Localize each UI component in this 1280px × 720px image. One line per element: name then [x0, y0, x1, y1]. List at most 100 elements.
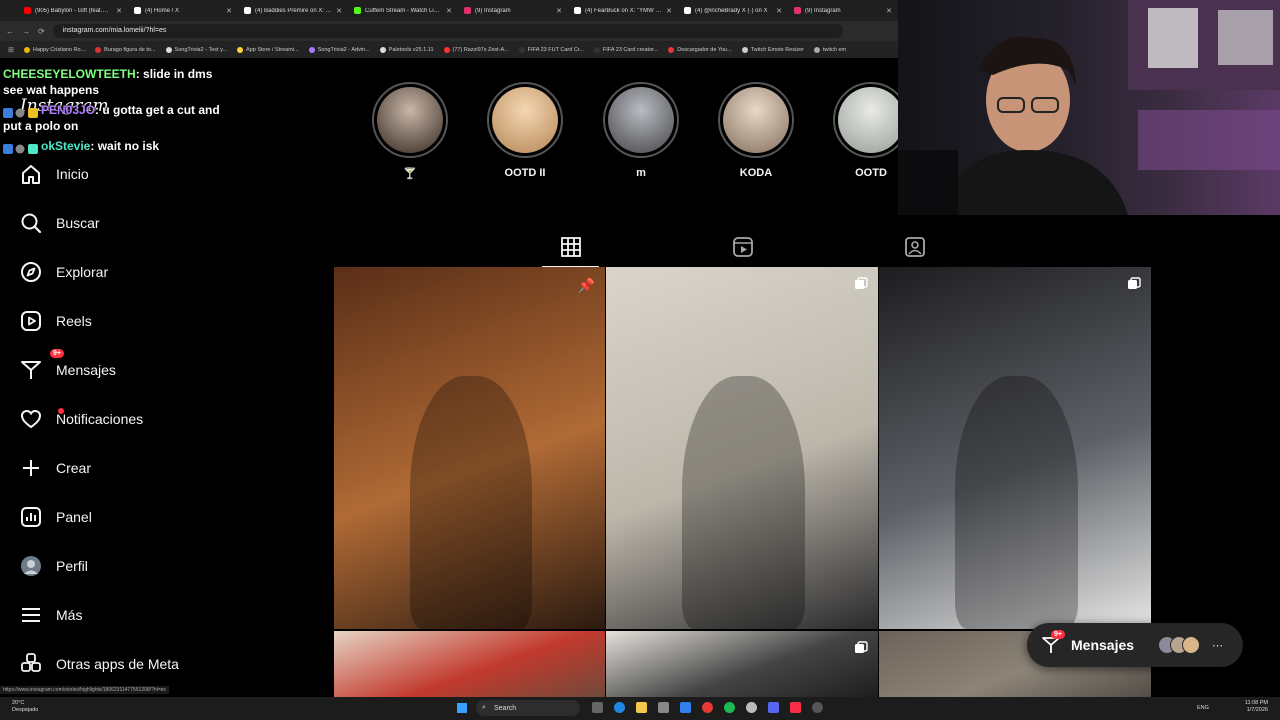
sidebar-item-m-s[interactable]: Más	[20, 602, 82, 628]
bookmark-item[interactable]: FIFA 23 FUT Card Cr...	[518, 46, 584, 53]
weather-temp: 20°C	[12, 700, 25, 706]
post-thumbnail[interactable]: 📌	[334, 267, 605, 629]
chrome-icon[interactable]	[702, 702, 713, 713]
mail-icon[interactable]	[680, 702, 691, 713]
story-ring	[603, 82, 679, 158]
story-highlight[interactable]: OOTD II	[485, 82, 565, 179]
sidebar-item-inicio[interactable]: Inicio	[20, 161, 89, 187]
browser-tab[interactable]: (4) Baddies Premire on X: "Ep ✕	[238, 0, 348, 21]
bookmark-item[interactable]: Paletools v25.1.11	[379, 46, 434, 53]
bookmark-item[interactable]: App Store / Streami...	[237, 46, 299, 53]
close-tab-icon[interactable]: ✕	[666, 7, 672, 15]
bookmark-item[interactable]: FIFA 23 Card creator...	[593, 46, 658, 53]
bookmark-item[interactable]: Happy Cristiano Ro...	[23, 46, 86, 53]
bookmark-item[interactable]: SongTrivia2 - Test y...	[165, 46, 227, 53]
task-view-icon[interactable]	[592, 702, 603, 713]
post-subject	[409, 375, 532, 629]
sidebar-item-mensajes[interactable]: Mensajes 9+	[20, 349, 116, 383]
store-icon[interactable]	[658, 702, 669, 713]
discord-icon[interactable]	[768, 702, 779, 713]
close-tab-icon[interactable]: ✕	[446, 7, 452, 15]
browser-tab[interactable]: (4) @incheBrady X (·) on X ✕	[678, 0, 788, 21]
status-url: https://www.instagram.com/stories/highli…	[0, 686, 169, 694]
chat-username: PEN03JO	[41, 103, 96, 117]
bookmark-item[interactable]: Descargador de You...	[668, 46, 732, 53]
chat-message: CHEESEYELOWTEETH: slide in dms see wat h…	[3, 66, 233, 98]
close-tab-icon[interactable]: ✕	[226, 7, 232, 15]
close-tab-icon[interactable]: ✕	[886, 7, 892, 15]
sidebar-item-reels[interactable]: Reels	[20, 308, 92, 334]
sidebar-item-explorar[interactable]: Explorar	[20, 259, 108, 285]
spotify-icon[interactable]	[724, 702, 735, 713]
search-icon: ⌕	[482, 704, 486, 711]
sidebar-item-crear[interactable]: Crear	[20, 455, 91, 481]
bookmark-label: FIFA 23 FUT Card Cr...	[527, 46, 584, 53]
messenger-icon	[20, 359, 42, 381]
story-highlight[interactable]: KODA	[716, 82, 796, 179]
windows-start-icon[interactable]	[457, 703, 467, 713]
tagged-icon[interactable]	[904, 236, 926, 258]
post-thumbnail[interactable]	[334, 631, 605, 701]
bookmark-item[interactable]: Twitch Emote Resizer	[741, 46, 804, 53]
bookmark-favicon-icon	[443, 46, 450, 53]
sidebar-item-notificaciones[interactable]: Notificaciones	[20, 406, 143, 432]
menu-icon	[20, 604, 42, 626]
close-tab-icon[interactable]: ✕	[556, 7, 562, 15]
more-icon: ⋯	[1212, 639, 1224, 652]
bookmark-item[interactable]: (77) Razzi97s Zest-A...	[443, 46, 509, 53]
sidebar-item-perfil[interactable]: Perfil	[20, 553, 88, 579]
browser-tab[interactable]: (9) Instagram ✕	[788, 0, 898, 21]
heart-icon	[20, 408, 42, 430]
sidebar-item-otras-apps-de-meta[interactable]: Otras apps de Meta	[20, 651, 179, 677]
grid-icon[interactable]	[560, 236, 582, 258]
bookmark-item[interactable]: SongTrivia2 - Advin...	[308, 46, 370, 53]
post-thumbnail[interactable]	[606, 267, 878, 629]
clock[interactable]: 11:08 PM 1/7/2026	[1245, 700, 1268, 714]
edge-icon[interactable]	[614, 702, 625, 713]
reels-tab-icon[interactable]	[732, 236, 754, 258]
weather-widget[interactable]: 20°C Despejado	[12, 700, 38, 714]
bookmark-label: Happy Cristiano Ro...	[32, 46, 86, 53]
story-highlight[interactable]: 🍸	[370, 82, 450, 180]
tab-favicon-icon	[794, 7, 801, 14]
sidebar-item-label: Reels	[56, 313, 92, 329]
webcam-overlay	[898, 0, 1280, 215]
close-tab-icon[interactable]: ✕	[116, 7, 122, 15]
browser-tab[interactable]: (9) Instagram ✕	[458, 0, 568, 21]
browser-tab[interactable]: (4) Home / X ✕	[128, 0, 238, 21]
tab-title: Cuffem Stream - Watch Live o	[365, 7, 443, 14]
post-thumbnail[interactable]	[606, 631, 878, 701]
browser-tab[interactable]: (4) FearBuck on X: "YMW Mr ✕	[568, 0, 678, 21]
post-thumbnail[interactable]	[879, 267, 1151, 629]
url-input[interactable]: instagram.com/mia.lomelii/?hl=es	[52, 24, 843, 38]
tab-favicon-icon	[24, 7, 31, 14]
language-indicator[interactable]: ENG	[1197, 705, 1209, 711]
close-tab-icon[interactable]: ✕	[776, 7, 782, 15]
bookmark-favicon-icon	[741, 46, 748, 53]
reload-icon[interactable]: ⟳	[38, 27, 45, 36]
apps-icon[interactable]: ⊞	[8, 46, 14, 54]
floating-messages-button[interactable]: 9+ Mensajes ⋯	[1027, 623, 1243, 667]
bookmark-favicon-icon	[23, 46, 30, 53]
bookmark-favicon-icon	[308, 46, 315, 53]
bookmark-label: twitch em	[822, 46, 847, 53]
plus-icon	[20, 457, 42, 479]
back-icon[interactable]: ←	[6, 27, 14, 36]
bookmark-label: App Store / Streami...	[246, 46, 299, 53]
story-highlight[interactable]: m	[601, 82, 681, 179]
app-icon[interactable]	[746, 702, 757, 713]
music-icon[interactable]	[790, 702, 801, 713]
sidebar-item-buscar[interactable]: Buscar	[20, 210, 100, 236]
bookmark-item[interactable]: Burago figura de to...	[95, 46, 156, 53]
taskbar-search[interactable]: ⌕ Search	[476, 700, 580, 716]
browser-tab[interactable]: Cuffem Stream - Watch Live o ✕	[348, 0, 458, 21]
close-tab-icon[interactable]: ✕	[336, 7, 342, 15]
bookmark-item[interactable]: twitch em	[813, 46, 847, 53]
compass-icon	[20, 261, 42, 283]
sidebar-item-panel[interactable]: Panel	[20, 504, 92, 530]
browser-tab[interactable]: (905) Babylon - Gift (feat.Don ✕	[18, 0, 128, 21]
file-explorer-icon[interactable]	[636, 702, 647, 713]
obs-icon[interactable]	[812, 702, 823, 713]
sidebar-item-label: Panel	[56, 509, 92, 525]
forward-icon[interactable]: →	[22, 27, 30, 36]
